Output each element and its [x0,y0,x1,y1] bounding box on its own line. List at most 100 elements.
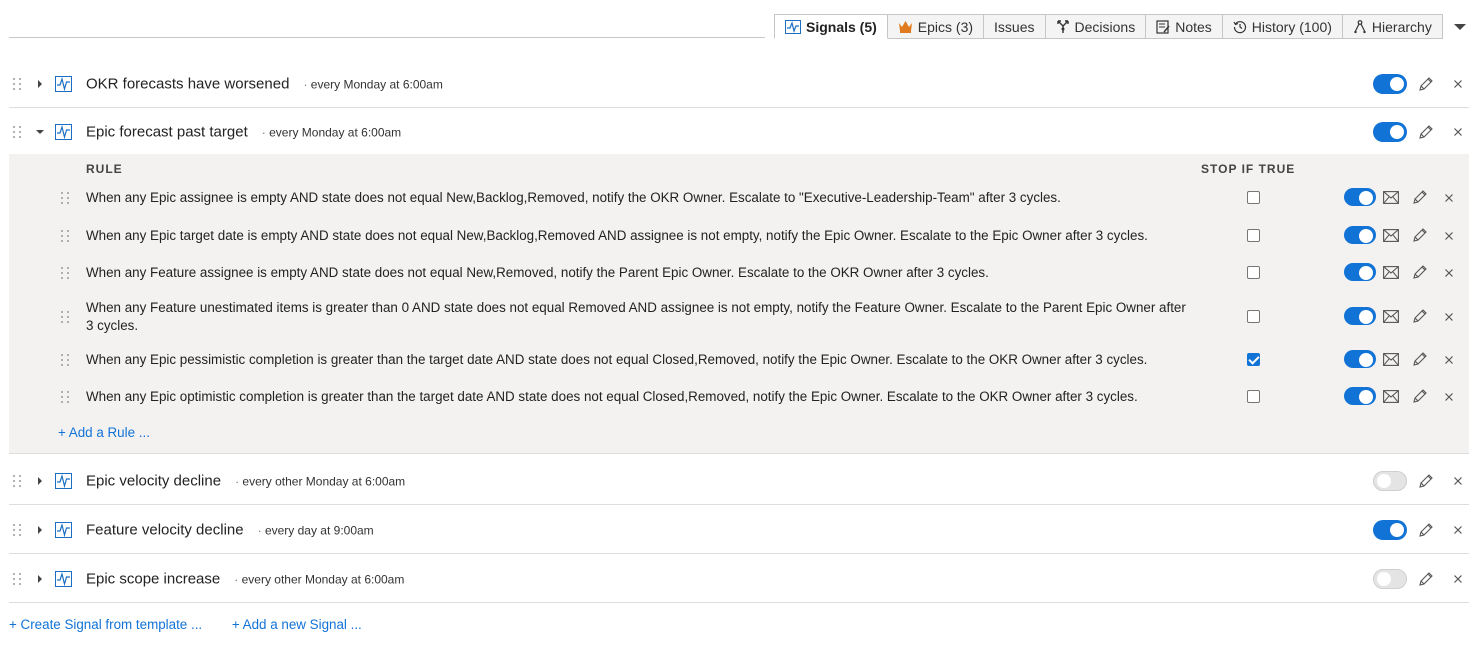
drag-handle-icon[interactable] [60,266,70,280]
stop-if-true-checkbox[interactable] [1247,310,1260,323]
drag-handle-icon[interactable] [60,310,70,324]
close-icon[interactable] [1444,392,1454,402]
signal-row[interactable]: Feature velocity decline every day at 9:0… [9,506,1469,554]
mail-icon[interactable] [1383,266,1399,279]
tab-notes[interactable]: Notes [1146,14,1223,39]
close-icon[interactable] [1444,193,1454,203]
rule-enable-toggle[interactable] [1344,263,1376,281]
close-icon[interactable] [1444,355,1454,365]
tab-label: Hierarchy [1371,18,1432,35]
close-icon[interactable] [1453,127,1463,137]
caret-right-icon[interactable] [36,79,44,88]
signal-row[interactable]: Epic velocity decline every other Monday … [9,457,1469,505]
rule-column-header: RULE [86,162,123,176]
rule-enable-toggle[interactable] [1344,307,1376,325]
rule-text[interactable]: When any Epic target date is empty AND s… [86,227,1186,245]
close-icon[interactable] [1453,476,1463,486]
mail-icon[interactable] [1383,229,1399,242]
pencil-icon[interactable] [1412,264,1428,280]
rule-enable-toggle[interactable] [1344,226,1376,244]
chevron-down-icon[interactable] [1453,22,1467,32]
mail-icon[interactable] [1383,191,1399,204]
pencil-icon[interactable] [1418,522,1434,538]
add-rule-link[interactable]: + Add a Rule ... [58,425,150,440]
rule-row[interactable]: When any Epic assignee is empty AND stat… [9,188,1469,208]
tab-hierarchy[interactable]: Hierarchy [1342,14,1443,39]
pencil-icon[interactable] [1412,351,1428,367]
pencil-icon[interactable] [1418,124,1434,140]
rule-text[interactable]: When any Epic optimistic completion is g… [86,388,1186,406]
rule-enable-toggle[interactable] [1344,350,1376,368]
drag-handle-icon[interactable] [60,353,70,367]
create-signal-from-template-link[interactable]: + Create Signal from template ... [9,617,202,632]
caret-right-icon[interactable] [36,525,44,534]
signal-enable-toggle[interactable] [1373,569,1407,589]
pencil-icon[interactable] [1418,571,1434,587]
tab-history[interactable]: History (100) [1222,14,1343,39]
signal-icon [55,570,72,587]
tab-label: Issues [994,18,1035,35]
pencil-icon[interactable] [1412,388,1428,404]
signal-enable-toggle[interactable] [1373,520,1407,540]
add-new-signal-link[interactable]: + Add a new Signal ... [232,617,362,632]
tab-decisions[interactable]: Decisions [1045,14,1147,39]
signal-title[interactable]: Epic forecast past target every Monday at… [86,123,401,140]
rule-text[interactable]: When any Feature assignee is empty AND s… [86,264,1186,282]
stop-if-true-checkbox[interactable] [1247,390,1260,403]
rule-enable-toggle[interactable] [1344,387,1376,405]
stop-if-true-checkbox[interactable] [1247,229,1260,242]
drag-handle-icon[interactable] [60,191,70,205]
stop-if-true-checkbox[interactable] [1247,353,1260,366]
rule-text[interactable]: When any Epic assignee is empty AND stat… [86,189,1186,207]
signal-icon [55,472,72,489]
signal-title-text: Feature velocity decline [86,521,244,538]
mail-icon[interactable] [1383,353,1399,366]
rule-row[interactable]: When any Feature unestimated items is gr… [9,299,1469,337]
caret-right-icon[interactable] [36,574,44,583]
pencil-icon[interactable] [1418,473,1434,489]
pencil-icon[interactable] [1418,76,1434,92]
rule-enable-toggle[interactable] [1344,188,1376,206]
pencil-icon[interactable] [1412,189,1428,205]
close-icon[interactable] [1453,574,1463,584]
drag-handle-icon[interactable] [12,125,22,139]
signal-title[interactable]: Feature velocity decline every day at 9:0… [86,521,374,538]
caret-down-icon[interactable] [36,128,44,136]
close-icon[interactable] [1444,268,1454,278]
rule-text[interactable]: When any Feature unestimated items is gr… [86,299,1186,335]
tab-issues[interactable]: Issues [984,14,1046,39]
drag-handle-icon[interactable] [12,572,22,586]
drag-handle-icon[interactable] [12,523,22,537]
signal-row[interactable]: Epic scope increase every other Monday at… [9,555,1469,603]
pencil-icon[interactable] [1412,227,1428,243]
stop-if-true-checkbox[interactable] [1247,191,1260,204]
signal-enable-toggle[interactable] [1373,471,1407,491]
stop-if-true-checkbox[interactable] [1247,266,1260,279]
drag-handle-icon[interactable] [12,474,22,488]
caret-right-icon[interactable] [36,476,44,485]
rule-row[interactable]: When any Epic target date is empty AND s… [9,226,1469,246]
close-icon[interactable] [1453,79,1463,89]
mail-icon[interactable] [1383,310,1399,323]
pencil-icon[interactable] [1412,308,1428,324]
mail-icon[interactable] [1383,390,1399,403]
signal-row[interactable]: Epic forecast past target every Monday at… [9,108,1469,156]
rule-text[interactable]: When any Epic pessimistic completion is … [86,351,1186,369]
signal-title[interactable]: Epic scope increase every other Monday at… [86,570,404,587]
rule-row[interactable]: When any Epic optimistic completion is g… [9,387,1469,407]
signal-enable-toggle[interactable] [1373,122,1407,142]
signal-row[interactable]: OKR forecasts have worsened every Monday … [9,60,1469,108]
drag-handle-icon[interactable] [60,390,70,404]
tab-epics[interactable]: Epics (3) [887,14,985,39]
rule-row[interactable]: When any Epic pessimistic completion is … [9,350,1469,370]
drag-handle-icon[interactable] [60,229,70,243]
tab-signals[interactable]: Signals (5) [774,14,888,39]
signal-title[interactable]: OKR forecasts have worsened every Monday … [86,75,443,92]
rule-row[interactable]: When any Feature assignee is empty AND s… [9,263,1469,283]
close-icon[interactable] [1444,231,1454,241]
close-icon[interactable] [1453,525,1463,535]
signal-enable-toggle[interactable] [1373,74,1407,94]
close-icon[interactable] [1444,312,1454,322]
signal-title[interactable]: Epic velocity decline every other Monday … [86,472,405,489]
drag-handle-icon[interactable] [12,77,22,91]
